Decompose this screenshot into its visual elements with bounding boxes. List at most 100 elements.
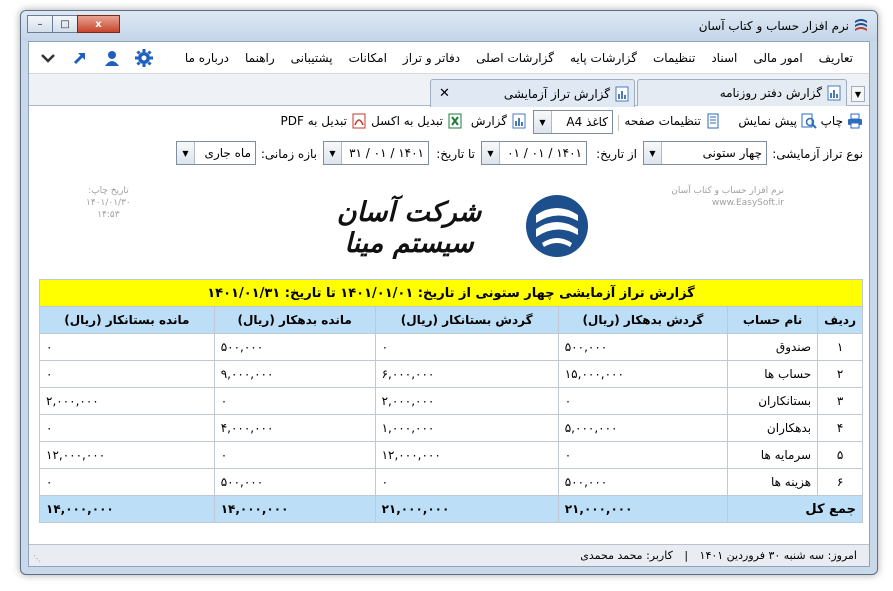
maximize-button[interactable]: □ [52,15,78,33]
title-bar[interactable]: نرم افزار حساب و کتاب آسان – □ x [21,11,877,41]
menu-item[interactable]: امور مالی [745,51,810,65]
table-cell: ۰ [557,387,729,415]
tab-label: گزارش دفتر روزنامه [719,86,822,100]
report-button[interactable]: گزارش [471,113,527,129]
arrow-up-right-icon[interactable] [71,49,89,67]
menu-item[interactable]: اسناد [703,51,745,65]
table-row[interactable]: ۶ هزینه ها ۵۰۰,۰۰۰ ۰ ۵۰۰,۰۰۰ ۰ [39,468,863,496]
company-logo-icon [526,195,588,257]
total-cell: ۱۴,۰۰۰,۰۰۰ [39,495,215,523]
menu-icon-group [39,49,153,67]
gear-icon[interactable] [135,49,153,67]
window-controls: – □ x [27,15,120,33]
client-area: تعاریف امور مالی اسناد تنظیمات گزارشات پایه گ… [28,41,870,567]
total-row: جمع کل ۲۱,۰۰۰,۰۰۰ ۲۱,۰۰۰,۰۰۰ ۱۴,۰۰۰,۰۰۰ ۱۴,۰… [39,495,863,523]
software-name: نرم افزار حساب و کتاب آسان [671,186,784,196]
status-user: کاربر: محمد محمدی [580,549,673,562]
paper-size-select[interactable]: کاغذ A4 ▼ [533,110,613,134]
menu-item[interactable]: راهنما [237,51,283,65]
page-setup-button[interactable]: تنظیمات صفحه [624,113,721,129]
tab-trial-balance[interactable]: گزارش تراز آزمایشی ✕ [430,79,635,107]
table-cell: ۰ [39,360,215,388]
report-title-row: گزارش تراز آزمایشی چهار ستونی از تاریخ: … [39,279,863,307]
table-header-row: ردیف نام حساب گردش بدهکار (ریال) گردش بستان… [39,306,863,334]
export-pdf-button[interactable]: تبدیل به PDF [281,113,367,129]
print-label: چاپ [820,114,843,128]
close-button[interactable]: x [77,15,120,33]
report-icon [512,113,526,129]
table-cell: ۵۰۰,۰۰۰ [213,468,376,496]
export-excel-label: تبدیل به اکسل [371,114,443,128]
table-row[interactable]: ۳ بستانکاران ۰ ۲,۰۰۰,۰۰۰ ۰ ۲,۰۰۰,۰۰۰ [39,387,863,415]
report-icon [827,85,841,101]
user-icon[interactable] [103,49,121,67]
table-cell: ۶ [817,468,863,496]
export-excel-button[interactable]: تبدیل به اکسل [371,113,463,129]
table-cell: ۹,۰۰۰,۰۰۰ [213,360,376,388]
table-cell: ۴,۰۰۰,۰۰۰ [213,414,376,442]
minimize-button[interactable]: – [27,15,53,33]
filter-bar: نوع تراز آزمایشی: چهار ستونی ▼ از تاریخ:… [29,137,869,167]
report-toolbar: چاپ پیش نمایش تنظیمات صفحه کاغذ A4 ▼ گزا… [29,107,869,137]
table-cell: بدهکاران [727,414,819,442]
table-row[interactable]: ۲ حساب ها ۱۵,۰۰۰,۰۰۰ ۶,۰۰۰,۰۰۰ ۹,۰۰۰,۰۰۰ ۰ [39,360,863,388]
from-date-value: ۱۴۰۱ / ۰۱ / ۰۱ [507,146,582,160]
chevron-down-icon: ▼ [482,142,500,164]
table-row[interactable]: ۵ سرمایه ها ۰ ۱۲,۰۰۰,۰۰۰ ۰ ۱۲,۰۰۰,۰۰۰ [39,441,863,469]
tab-journal-report[interactable]: گزارش دفتر روزنامه [637,79,847,106]
column-header: مانده بستانکار (ریال) [39,306,215,334]
menu-item[interactable]: امکانات [341,51,395,65]
table-cell: هزینه ها [727,468,819,496]
close-icon[interactable]: ✕ [439,86,450,101]
from-date-picker[interactable]: ۱۴۰۱ / ۰۱ / ۰۱ ▼ [481,141,587,165]
balance-type-label: نوع تراز آزمایشی: [772,147,863,161]
table-cell: سرمایه ها [727,441,819,469]
menu-item[interactable]: پشتیبانی [283,51,341,65]
table-cell: ۰ [213,387,376,415]
preview-button[interactable]: پیش نمایش [738,113,817,129]
export-pdf-label: تبدیل به PDF [280,114,347,128]
to-date-label: تا تاریخ: [436,147,475,161]
tab-list-dropdown[interactable]: ▼ [851,86,865,102]
chevron-down-icon[interactable] [39,49,57,67]
status-today: امروز: سه شنبه ۳۰ فروردین ۱۴۰۱ [699,549,857,562]
table-cell: ۵,۰۰۰,۰۰۰ [557,414,729,442]
page-setup-label: تنظیمات صفحه [624,114,701,128]
page-setup-icon [707,113,719,129]
excel-icon [448,113,462,129]
table-cell: صندوق [727,333,819,361]
report-preview[interactable]: تاریخ چاپ: ۱۴۰۱/۰۱/۳۰ ۱۴:۵۳ نرم افزار حس… [29,169,869,544]
menu-item[interactable]: تنظیمات [645,51,703,65]
chevron-down-icon: ▼ [177,142,195,164]
menu-item[interactable]: تعاریف [811,51,861,65]
table-cell: ۰ [213,441,376,469]
table-cell: ۳ [817,387,863,415]
table-cell: ۰ [374,468,559,496]
status-separator: | [684,549,689,562]
column-header: نام حساب [727,306,819,334]
balance-type-value: چهار ستونی [702,146,762,160]
table-cell: ۰ [374,333,559,361]
print-button[interactable]: چاپ [821,113,863,129]
resize-grip[interactable]: ⋰ [31,554,41,564]
to-date-picker[interactable]: ۱۴۰۱ / ۰۱ / ۳۱ ▼ [323,141,429,165]
print-date-label: تاریخ چاپ: [88,186,129,196]
table-row[interactable]: ۱ صندوق ۵۰۰,۰۰۰ ۰ ۵۰۰,۰۰۰ ۰ [39,333,863,361]
menu-item[interactable]: گزارشات اصلی [468,51,562,65]
table-cell: ۴ [817,414,863,442]
status-bar: امروز: سه شنبه ۳۰ فروردین ۱۴۰۱ | کاربر: … [29,544,869,566]
balance-type-select[interactable]: چهار ستونی ▼ [643,141,767,165]
total-label: جمع کل [727,495,863,523]
menu-item[interactable]: دفاتر و تراز [395,51,468,65]
menu-items: تعاریف امور مالی اسناد تنظیمات گزارشات پایه گ… [177,51,861,65]
chevron-down-icon: ▼ [534,111,552,133]
table-cell: ۲,۰۰۰,۰۰۰ [374,387,559,415]
table-cell: ۵۰۰,۰۰۰ [557,468,729,496]
menu-item[interactable]: درباره ما [177,51,237,65]
table-row[interactable]: ۴ بدهکاران ۵,۰۰۰,۰۰۰ ۱,۰۰۰,۰۰۰ ۴,۰۰۰,۰۰۰ ۰ [39,414,863,442]
period-select[interactable]: ماه جاری ▼ [176,141,256,165]
toolbar-separator [618,115,619,131]
printer-icon [848,113,862,129]
menu-item[interactable]: گزارشات پایه [562,51,645,65]
total-cell: ۱۴,۰۰۰,۰۰۰ [213,495,376,523]
